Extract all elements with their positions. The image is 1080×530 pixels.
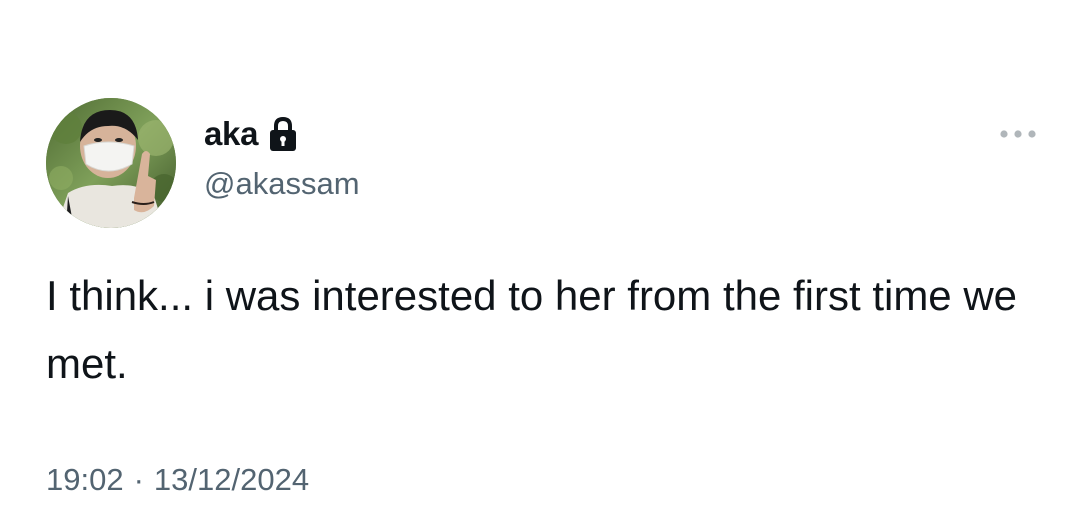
tweet-card: aka @akassam I think... i was interested… (0, 0, 1080, 530)
display-name[interactable]: aka (204, 112, 258, 156)
more-horizontal-icon[interactable] (998, 124, 1038, 144)
tweet-date[interactable]: 13/12/2024 (154, 458, 309, 502)
tweet-time[interactable]: 19:02 (46, 458, 124, 502)
meta-separator: · (133, 462, 144, 497)
author-handle[interactable]: @akassam (204, 164, 360, 204)
avatar[interactable] (46, 98, 176, 228)
tweet-text: I think... i was interested to her from … (46, 272, 1029, 387)
tweet-timestamp[interactable]: 19:02 · 13/12/2024 (46, 458, 309, 502)
avatar-photo (46, 98, 176, 228)
author-name-row[interactable]: aka (204, 112, 298, 156)
lock-icon (268, 116, 298, 152)
